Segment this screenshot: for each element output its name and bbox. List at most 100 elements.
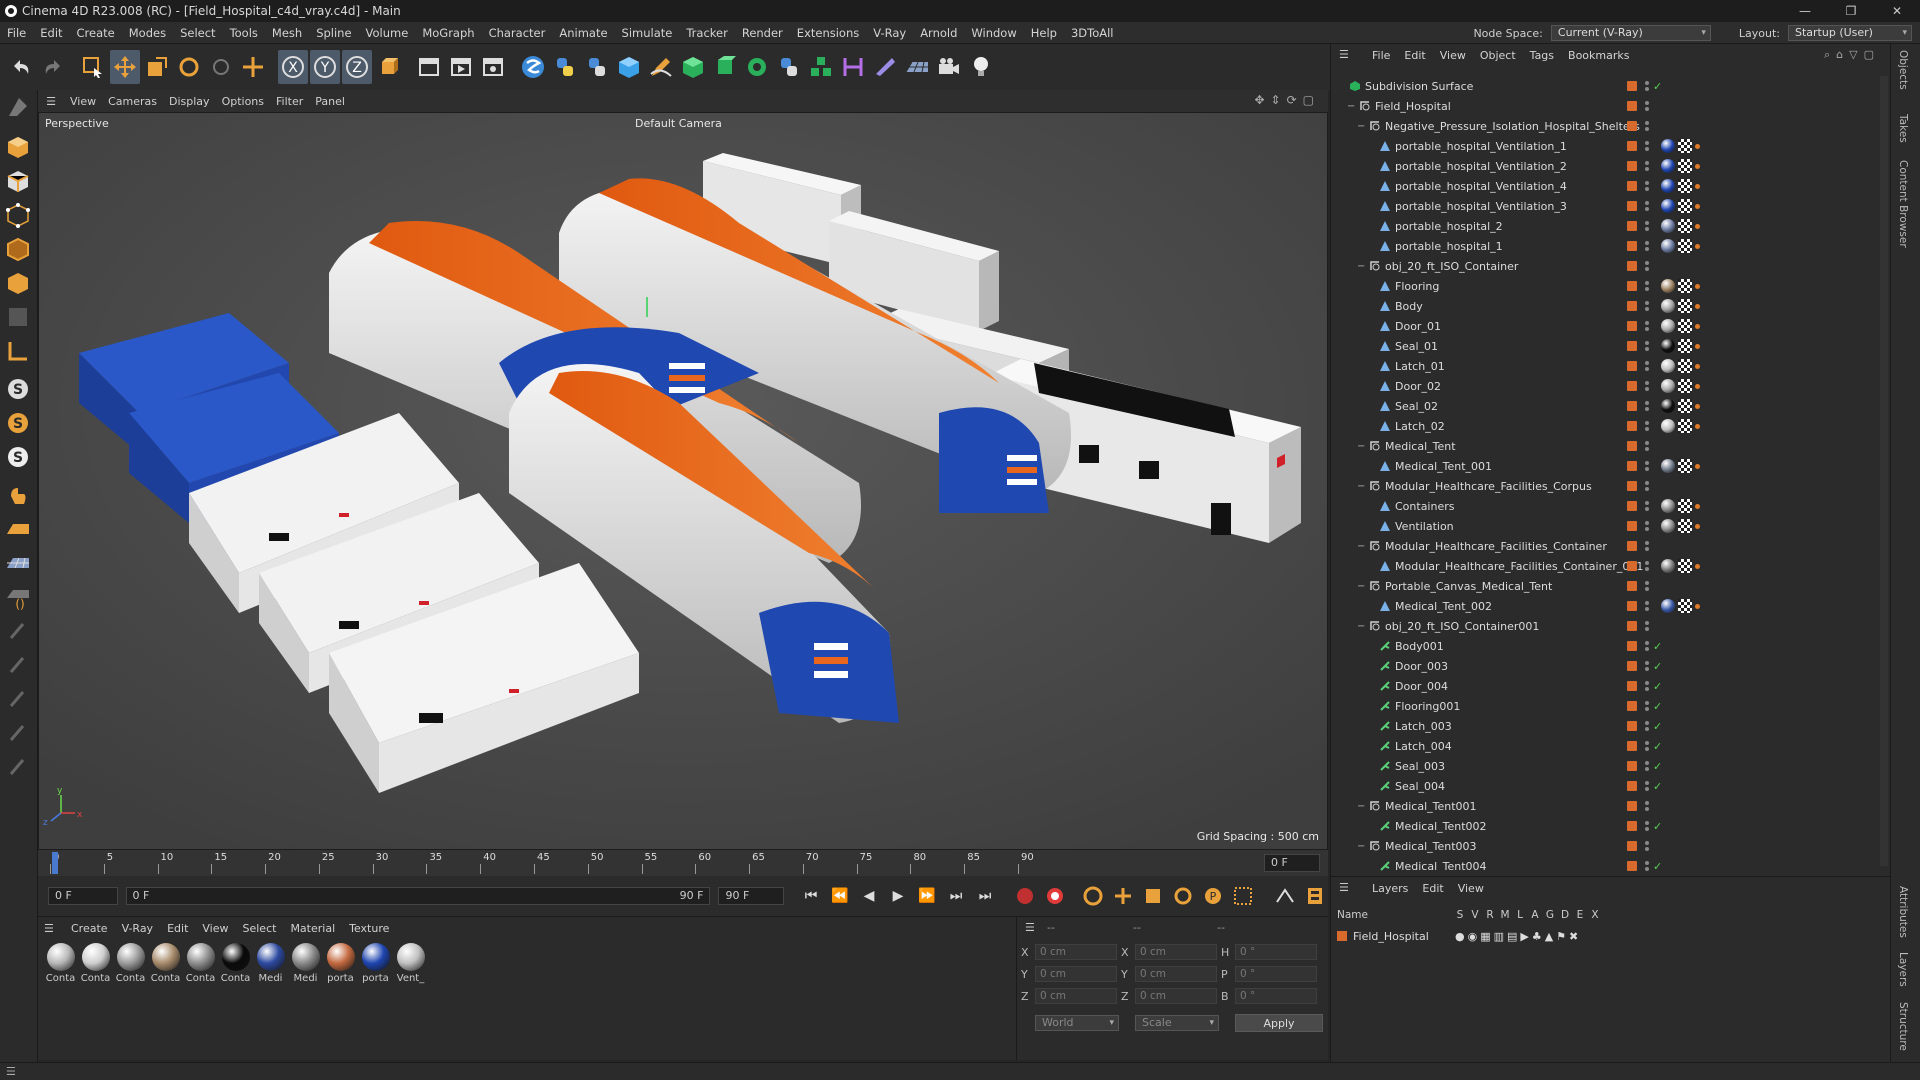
layer-color-swatch[interactable]	[1627, 261, 1637, 271]
workplane-button[interactable]	[0, 334, 36, 368]
object-name[interactable]: Door_003	[1395, 660, 1685, 673]
coord-mode-select[interactable]: Scale	[1135, 1015, 1219, 1031]
viewport-menu-filter[interactable]: Filter	[270, 95, 309, 108]
brush-tool-button[interactable]	[0, 614, 36, 648]
layer-color-swatch[interactable]	[1627, 161, 1637, 171]
vray-tag-icon[interactable]	[1695, 403, 1700, 409]
visibility-dots-icon[interactable]	[1644, 740, 1650, 752]
layer-color-swatch[interactable]	[1627, 521, 1637, 531]
layer-menu-view[interactable]: View	[1451, 882, 1491, 895]
uvw-tag-icon[interactable]	[1678, 219, 1692, 233]
end-frame-field[interactable]: 90 F	[718, 887, 785, 905]
object-menu-tags[interactable]: Tags	[1523, 49, 1561, 62]
object-row[interactable]: Seal_003 ✓	[1331, 756, 1887, 776]
snap-quantize-button[interactable]: S	[0, 440, 36, 474]
visibility-dots-icon[interactable]	[1644, 160, 1650, 172]
layer-toggle-icons[interactable]: ●◉▦▥▤▶♣▲⚑✖	[1455, 930, 1581, 943]
object-search-filter-icons[interactable]: ⌕⌂▽▢	[1824, 48, 1880, 62]
texture-mode-button[interactable]	[0, 164, 36, 198]
uvw-tag-icon[interactable]	[1678, 159, 1692, 173]
axis-lock-button[interactable]: ()	[0, 580, 36, 614]
coords-hamburger-icon[interactable]: ☰	[1025, 921, 1035, 934]
object-name[interactable]: Flooring	[1395, 280, 1685, 293]
scheme-button[interactable]	[1272, 883, 1298, 909]
object-menu-view[interactable]: View	[1433, 49, 1473, 62]
object-row[interactable]: Latch_02	[1331, 416, 1887, 436]
field-button[interactable]	[870, 50, 900, 84]
layer-color-swatch[interactable]	[1627, 481, 1637, 491]
object-name[interactable]: Field_Hospital	[1375, 100, 1665, 113]
material-tag-icon[interactable]	[1661, 559, 1675, 573]
uvw-tag-icon[interactable]	[1678, 359, 1692, 373]
object-menu-edit[interactable]: Edit	[1397, 49, 1432, 62]
menu-edit[interactable]: Edit	[33, 26, 69, 40]
visibility-dots-icon[interactable]	[1644, 320, 1650, 332]
object-name[interactable]: Body001	[1395, 640, 1685, 653]
3d-viewport[interactable]: y x z Perspective Default Camera Grid Sp…	[38, 112, 1328, 850]
material-menu-material[interactable]: Material	[283, 922, 342, 935]
material-tag-icon[interactable]	[1661, 359, 1675, 373]
material-tag-icon[interactable]	[1661, 279, 1675, 293]
layer-hamburger-icon[interactable]: ☰	[1339, 881, 1349, 894]
layer-color-swatch[interactable]	[1627, 601, 1637, 611]
material-menu-create[interactable]: Create	[64, 922, 115, 935]
object-row[interactable]: portable_hospital_Ventilation_2	[1331, 156, 1887, 176]
visibility-dots-icon[interactable]	[1644, 800, 1650, 812]
menu-character[interactable]: Character	[482, 26, 553, 40]
layer-color-swatch[interactable]	[1627, 201, 1637, 211]
menu-modes[interactable]: Modes	[122, 26, 173, 40]
key-position-button[interactable]	[1110, 883, 1136, 909]
object-row[interactable]: Door_003 ✓	[1331, 656, 1887, 676]
object-row[interactable]: Medical_Tent002 ✓	[1331, 816, 1887, 836]
y-axis-button[interactable]: Y	[310, 50, 340, 84]
material-tag-icon[interactable]	[1661, 199, 1675, 213]
enabled-check-icon[interactable]: ✓	[1653, 780, 1662, 793]
floor-grid-button[interactable]	[0, 512, 36, 546]
start-frame-field[interactable]: 0 F	[48, 887, 118, 905]
material-tag-icon[interactable]	[1661, 339, 1675, 353]
visibility-dots-icon[interactable]	[1644, 480, 1650, 492]
create-object-button[interactable]	[238, 50, 268, 84]
object-name[interactable]: Medical_Tent004	[1395, 860, 1685, 872]
object-menu-file[interactable]: File	[1365, 49, 1397, 62]
vray-tag-icon[interactable]	[1695, 563, 1700, 569]
object-row[interactable]: portable_hospital_Ventilation_1	[1331, 136, 1887, 156]
material-menu-v-ray[interactable]: V-Ray	[115, 922, 161, 935]
frame-range-slider[interactable]: 0 F 90 F	[125, 887, 711, 905]
object-row[interactable]: Seal_02	[1331, 396, 1887, 416]
visibility-dots-icon[interactable]	[1644, 420, 1650, 432]
size-z-field[interactable]: 0 cm	[1135, 988, 1217, 1004]
layer-color-swatch[interactable]	[1627, 661, 1637, 671]
uvw-tag-icon[interactable]	[1678, 299, 1692, 313]
uvw-tag-icon[interactable]	[1678, 459, 1692, 473]
object-name[interactable]: Ventilation	[1395, 520, 1685, 533]
sculpt-tool-2-button[interactable]	[0, 682, 36, 716]
viewport-camera-label[interactable]: Default Camera	[635, 117, 722, 130]
layer-color-swatch[interactable]	[1627, 81, 1637, 91]
viewport-nav-icons[interactable]: ✥⇕⟳▢	[1254, 93, 1320, 107]
collapse-toggle[interactable]: −	[1357, 801, 1365, 812]
uvw-tag-icon[interactable]	[1678, 199, 1692, 213]
uvw-tag-icon[interactable]	[1678, 239, 1692, 253]
light-button[interactable]	[966, 50, 996, 84]
object-row[interactable]: Medical_Tent_001	[1331, 456, 1887, 476]
snap-settings-button[interactable]: S	[0, 406, 36, 440]
object-name[interactable]: portable_hospital_2	[1395, 220, 1685, 233]
layer-color-swatch[interactable]	[1337, 931, 1347, 941]
collapse-toggle[interactable]: −	[1357, 261, 1365, 272]
object-name[interactable]: Door_02	[1395, 380, 1685, 393]
material-tag-icon[interactable]	[1661, 319, 1675, 333]
enabled-check-icon[interactable]: ✓	[1653, 640, 1662, 653]
size-y-field[interactable]: 0 cm	[1135, 966, 1217, 982]
visibility-dots-icon[interactable]	[1644, 240, 1650, 252]
viewport-menu-panel[interactable]: Panel	[309, 95, 351, 108]
layer-color-swatch[interactable]	[1627, 281, 1637, 291]
material-swatch[interactable]: Medi	[289, 943, 322, 984]
uv-mode-button[interactable]	[0, 300, 36, 334]
collapse-toggle[interactable]: −	[1357, 541, 1365, 552]
redo-button[interactable]	[38, 50, 68, 84]
object-name[interactable]: portable_hospital_Ventilation_2	[1395, 160, 1685, 173]
material-tag-icon[interactable]	[1661, 179, 1675, 193]
layer-color-swatch[interactable]	[1627, 121, 1637, 131]
vray-tag-icon[interactable]	[1695, 383, 1700, 389]
